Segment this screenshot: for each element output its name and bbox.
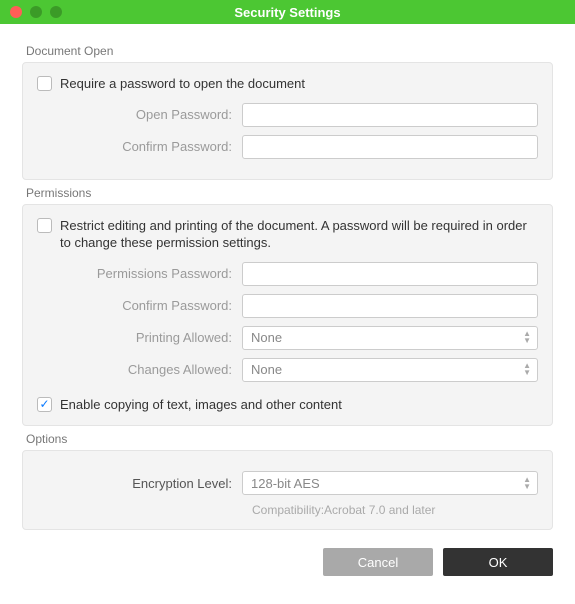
open-confirm-password-input[interactable] <box>242 135 538 159</box>
window-title: Security Settings <box>0 5 575 20</box>
permissions-password-input[interactable] <box>242 262 538 286</box>
changes-allowed-value: None <box>251 362 282 377</box>
chevron-up-down-icon: ▲▼ <box>523 359 531 381</box>
printing-allowed-value: None <box>251 330 282 345</box>
enable-copy-checkbox[interactable] <box>37 397 52 412</box>
printing-allowed-select[interactable]: None ▲▼ <box>242 326 538 350</box>
cancel-button[interactable]: Cancel <box>323 548 433 576</box>
permissions-password-label: Permissions Password: <box>37 266 242 281</box>
require-password-checkbox[interactable] <box>37 76 52 91</box>
permissions-label: Permissions <box>26 186 553 200</box>
compatibility-note: Compatibility:Acrobat 7.0 and later <box>252 503 538 517</box>
changes-allowed-select[interactable]: None ▲▼ <box>242 358 538 382</box>
encryption-level-select[interactable]: 128-bit AES ▲▼ <box>242 471 538 495</box>
restrict-label: Restrict editing and printing of the doc… <box>60 217 538 252</box>
printing-allowed-label: Printing Allowed: <box>37 330 242 345</box>
document-open-panel: Require a password to open the document … <box>22 62 553 180</box>
permissions-confirm-password-input[interactable] <box>242 294 538 318</box>
require-password-label: Require a password to open the document <box>60 75 305 93</box>
restrict-checkbox[interactable] <box>37 218 52 233</box>
ok-button[interactable]: OK <box>443 548 553 576</box>
permissions-confirm-password-label: Confirm Password: <box>37 298 242 313</box>
dialog-buttons: Cancel OK <box>0 530 575 594</box>
open-password-label: Open Password: <box>37 107 242 122</box>
titlebar: Security Settings <box>0 0 575 24</box>
open-password-input[interactable] <box>242 103 538 127</box>
changes-allowed-label: Changes Allowed: <box>37 362 242 377</box>
chevron-up-down-icon: ▲▼ <box>523 327 531 349</box>
chevron-up-down-icon: ▲▼ <box>523 472 531 494</box>
enable-copy-label: Enable copying of text, images and other… <box>60 396 342 414</box>
encryption-level-value: 128-bit AES <box>251 476 320 491</box>
open-confirm-password-label: Confirm Password: <box>37 139 242 154</box>
encryption-level-label: Encryption Level: <box>37 476 242 491</box>
permissions-panel: Restrict editing and printing of the doc… <box>22 204 553 427</box>
document-open-label: Document Open <box>26 44 553 58</box>
options-panel: Encryption Level: 128-bit AES ▲▼ Compati… <box>22 450 553 530</box>
options-label: Options <box>26 432 553 446</box>
